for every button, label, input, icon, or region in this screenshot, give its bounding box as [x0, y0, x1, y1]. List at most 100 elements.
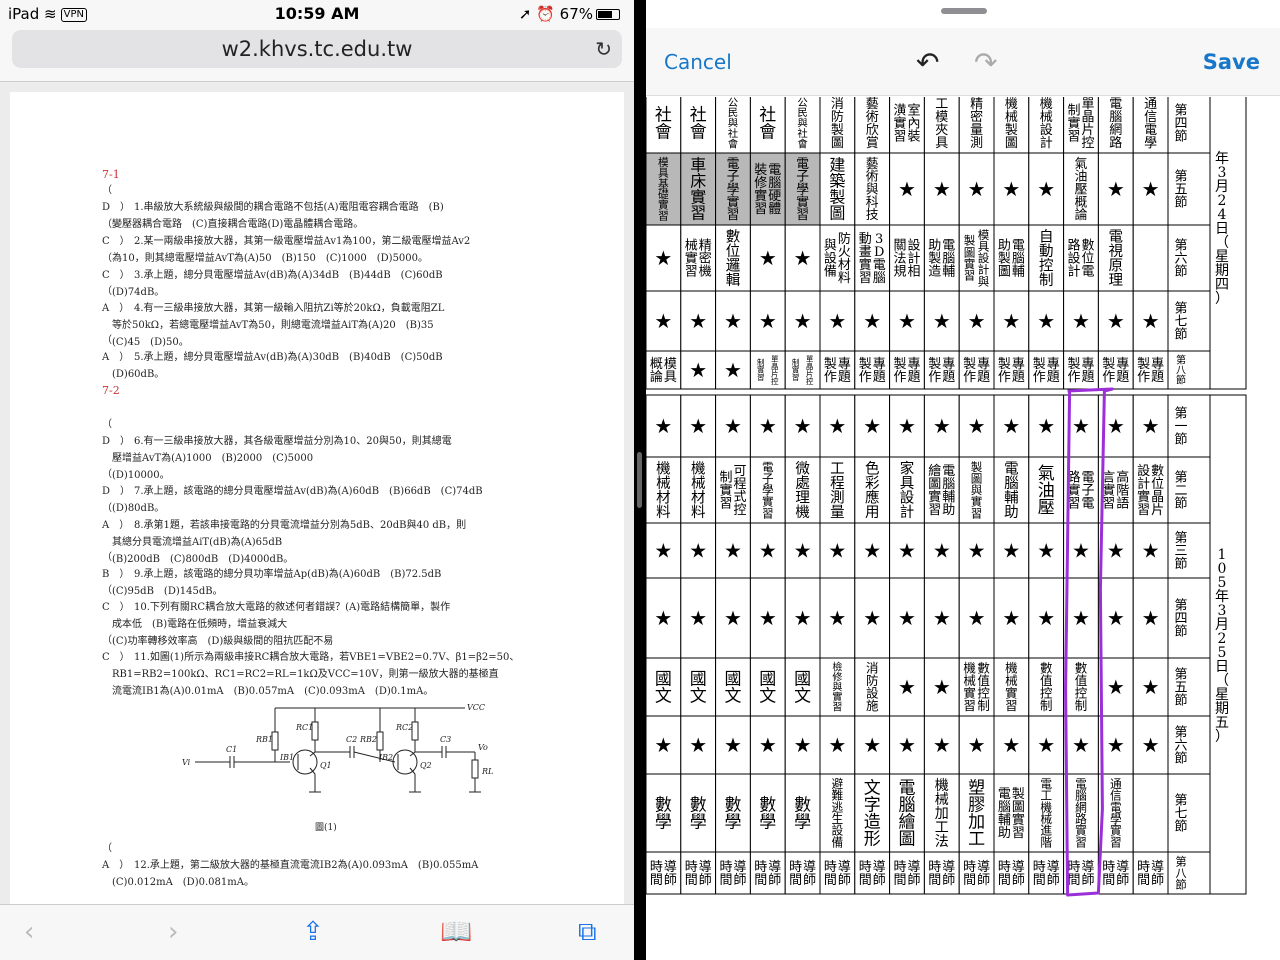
schedule-cell-text: 時間	[1137, 860, 1150, 888]
schedule-cell-text: ★	[898, 539, 916, 563]
document-viewport[interactable]: 7-1 7-2 （ D ） 1.串級放大系統級與級間的耦合電路不包括(A)電阻電容…	[0, 82, 634, 912]
save-button[interactable]: Save	[1203, 50, 1260, 74]
schedule-cell-text: 社會	[655, 105, 672, 142]
schedule-cell-text: 製作	[824, 357, 837, 385]
schedule-cell-text: ★	[933, 733, 951, 757]
schedule-cell-text: ★	[933, 675, 951, 699]
question-answer: （ C ）	[102, 585, 130, 613]
period-label: 第七節	[1174, 302, 1187, 343]
label-c2: C2	[346, 735, 357, 744]
schedule-cell-text: 制實習	[757, 357, 765, 382]
question-text: 5.承上題，總分貝電壓增益Av(dB)為(A)30dB (B)40dB (C)5…	[111, 352, 443, 380]
schedule-cell-text: ★	[1002, 309, 1020, 333]
schedule-cell-text: ★	[654, 414, 672, 438]
schedule-cell-text: 製作	[1102, 357, 1115, 385]
tabs-icon[interactable]: ⧉	[578, 917, 597, 948]
schedule-cell-text: ★	[1072, 606, 1090, 630]
reload-icon[interactable]: ↻	[595, 30, 612, 68]
schedule-cell-text: 數位邏輯	[726, 228, 741, 288]
document-page: 7-1 7-2 （ D ） 1.串級放大系統級與級間的耦合電路不包括(A)電阻電容…	[10, 92, 624, 912]
drag-handle[interactable]	[941, 8, 987, 14]
schedule-cell-text: 國文	[655, 670, 672, 707]
schedule-cell-text: 建築製圖	[829, 156, 845, 223]
share-icon[interactable]: ⇪	[302, 917, 324, 947]
schedule-cell-text: 國文	[690, 670, 707, 707]
schedule-cell-text: 製圖實習	[1012, 787, 1025, 841]
split-view-grip[interactable]	[637, 452, 642, 508]
label-ib1: IB1	[279, 753, 294, 762]
period-label: 第三節	[1174, 531, 1187, 572]
period-cell	[1167, 350, 1211, 390]
schedule-cell-text: 時間	[719, 860, 732, 888]
battery-percent: 67%	[559, 5, 593, 23]
question-answer: （ B ）	[102, 552, 130, 580]
question-answer: （ D ）	[102, 419, 131, 447]
redo-icon[interactable]: ↷	[974, 46, 997, 79]
schedule-cell-text: 專題	[1047, 357, 1060, 385]
battery-icon	[596, 9, 620, 20]
schedule-cell-text: ★	[863, 414, 881, 438]
schedule-cell-text: 藝術與科技	[866, 157, 879, 223]
schedule-cell-text: 械實習	[685, 239, 698, 280]
schedule-cell-text: 製作	[859, 357, 872, 385]
schedule-cell-text: ★	[898, 177, 916, 201]
schedule-cell-text: 時間	[824, 860, 837, 888]
schedule-cell-text: 導師	[1047, 860, 1060, 888]
schedule-cell-text: ★	[1142, 177, 1160, 201]
forward-icon[interactable]: ›	[168, 917, 178, 947]
cancel-button[interactable]: Cancel	[664, 50, 732, 74]
schedule-cell-text: 單晶片控	[806, 354, 814, 386]
schedule-cell-text: 數學	[759, 796, 776, 833]
label-rb1: RB1	[255, 735, 273, 744]
schedule-cell-text: 數值控制	[977, 661, 990, 714]
schedule-cell-text: 色彩應用	[865, 460, 880, 521]
schedule-cell-text: ★	[828, 309, 846, 333]
schedule-cell-text: ★	[759, 414, 777, 438]
schedule-cell-text: ★	[794, 414, 812, 438]
schedule-image[interactable]: 社會 社會 公民與社會 社會 公民與社會 消防製圖 藝術欣賞 室內裝 潢實習 工模夾具 精密量測 機械…	[646, 97, 1280, 960]
period-label: 第一節	[1174, 407, 1187, 448]
schedule-cell-text: 專題	[1012, 357, 1025, 385]
schedule-cell-text: 專題	[873, 357, 886, 385]
schedule-cell-text: 繪圖實習	[928, 463, 941, 518]
schedule-cell-text: 導師	[838, 860, 851, 888]
schedule-cell-text: ★	[759, 309, 777, 333]
schedule-cell-text: ★	[794, 733, 812, 757]
schedule-cell-text: 導師	[1151, 860, 1164, 888]
schedule-cell-text: 製圖實習	[964, 234, 976, 283]
question-text: 11.如圖(1)所示為兩級串接RC耦合放大電路，若VBE1=VBE2=0.7V、…	[111, 652, 520, 697]
schedule-cell-text: 製圖與實習	[971, 460, 983, 520]
schedule-cell-text: 機械材料	[691, 460, 706, 521]
back-icon[interactable]: ‹	[24, 917, 34, 947]
schedule-cell-text: ★	[1002, 606, 1020, 630]
schedule-cell-text: ★	[898, 414, 916, 438]
undo-icon[interactable]: ↶	[916, 46, 939, 79]
schedule-cell-text: 時間	[789, 860, 802, 888]
bookmarks-icon[interactable]: 📖	[440, 917, 472, 947]
figure-caption: 圖(1)	[315, 823, 337, 833]
schedule-cell-text: ★	[1072, 414, 1090, 438]
schedule-cell-text: 設計相	[907, 238, 920, 280]
schedule-cell-text: 導師	[768, 860, 781, 888]
schedule-cell-text: ★	[1037, 539, 1055, 563]
question-answer: （ D ）	[102, 185, 131, 213]
schedule-cell-text: 高階語	[1116, 470, 1129, 512]
schedule-cell-text: ★	[724, 414, 742, 438]
question-item: （ A ） 5.承上題，總分貝電壓增益Av(dB)為(A)30dB (B)40dB…	[102, 332, 542, 383]
markup-editor: Cancel ↶ ↷ Save 社會 社會 公民與社會 社會 公民與社會 消防製圖 藝術欣賞…	[646, 0, 1280, 960]
schedule-cell-text: 氣油壓	[1038, 464, 1055, 518]
editor-toolbar: Cancel ↶ ↷ Save	[646, 28, 1280, 96]
schedule-cell-text: 機械材料	[656, 460, 671, 521]
schedule-cell-text: 時間	[754, 860, 767, 888]
schedule-cell-text: 家具設計	[900, 460, 915, 521]
schedule-cell-text: 導師	[1081, 860, 1094, 888]
schedule-cell-text: ★	[654, 309, 672, 333]
schedule-cell-text: 模具設計與	[978, 228, 990, 288]
schedule-cell-text: 專題	[1116, 357, 1129, 385]
schedule-cell-text: 公民與社會	[797, 97, 808, 150]
schedule-cell	[1132, 773, 1169, 853]
date-cell	[1209, 394, 1247, 895]
label-vi: Vi	[182, 758, 191, 767]
schedule-cell-text: ★	[654, 606, 672, 630]
url-field[interactable]: w2.khvs.tc.edu.tw ↻	[12, 30, 622, 68]
